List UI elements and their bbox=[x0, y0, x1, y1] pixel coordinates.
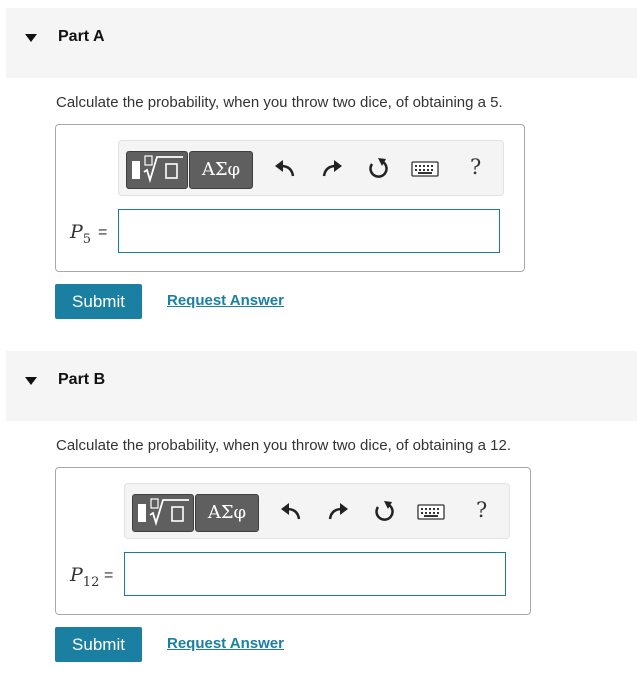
part-b-answer-box: ΑΣφ ? P12 = bbox=[55, 467, 531, 615]
variable-symbol: P bbox=[70, 221, 83, 243]
request-answer-link[interactable]: Request Answer bbox=[167, 635, 284, 652]
answer-input[interactable] bbox=[124, 552, 506, 596]
equals-sign: = bbox=[98, 224, 108, 241]
math-toolbar: ΑΣφ ? bbox=[118, 140, 504, 196]
reset-icon[interactable] bbox=[371, 499, 397, 525]
keyboard-icon[interactable] bbox=[410, 158, 440, 180]
request-answer-link[interactable]: Request Answer bbox=[167, 292, 284, 309]
undo-icon[interactable] bbox=[272, 156, 298, 182]
part-a-question: Calculate the probability, when you thro… bbox=[56, 94, 503, 111]
templates-icon bbox=[132, 155, 183, 184]
reset-icon[interactable] bbox=[365, 156, 391, 182]
part-a-header[interactable]: Part A bbox=[6, 8, 637, 78]
greek-symbols-button[interactable]: ΑΣφ bbox=[195, 494, 259, 532]
keyboard-icon[interactable] bbox=[416, 501, 446, 523]
variable-label: P12 bbox=[70, 564, 99, 590]
part-b-question: Calculate the probability, when you thro… bbox=[56, 437, 511, 454]
redo-icon[interactable] bbox=[319, 156, 345, 182]
templates-button[interactable] bbox=[132, 494, 194, 532]
part-a-answer-box: ΑΣφ ? P5 = bbox=[55, 124, 525, 272]
submit-button[interactable]: Submit bbox=[55, 627, 142, 662]
help-icon[interactable]: ? bbox=[476, 498, 487, 522]
answer-input[interactable] bbox=[118, 209, 500, 253]
variable-symbol: P bbox=[70, 564, 83, 586]
templates-button[interactable] bbox=[126, 151, 188, 189]
templates-icon bbox=[138, 498, 189, 527]
submit-button[interactable]: Submit bbox=[55, 284, 142, 319]
part-b-header[interactable]: Part B bbox=[6, 351, 637, 421]
math-toolbar: ΑΣφ ? bbox=[124, 483, 510, 539]
variable-subscript: 5 bbox=[82, 231, 92, 247]
collapse-toggle-icon[interactable] bbox=[25, 34, 37, 42]
part-a-title: Part A bbox=[58, 28, 105, 45]
collapse-toggle-icon[interactable] bbox=[25, 377, 37, 385]
variable-label: P5 bbox=[70, 221, 91, 247]
variable-subscript: 12 bbox=[82, 574, 100, 590]
part-b-title: Part B bbox=[58, 371, 106, 388]
greek-symbols-button[interactable]: ΑΣφ bbox=[189, 151, 253, 189]
help-icon[interactable]: ? bbox=[470, 155, 481, 179]
equals-sign: = bbox=[104, 567, 114, 584]
undo-icon[interactable] bbox=[278, 499, 304, 525]
redo-icon[interactable] bbox=[325, 499, 351, 525]
